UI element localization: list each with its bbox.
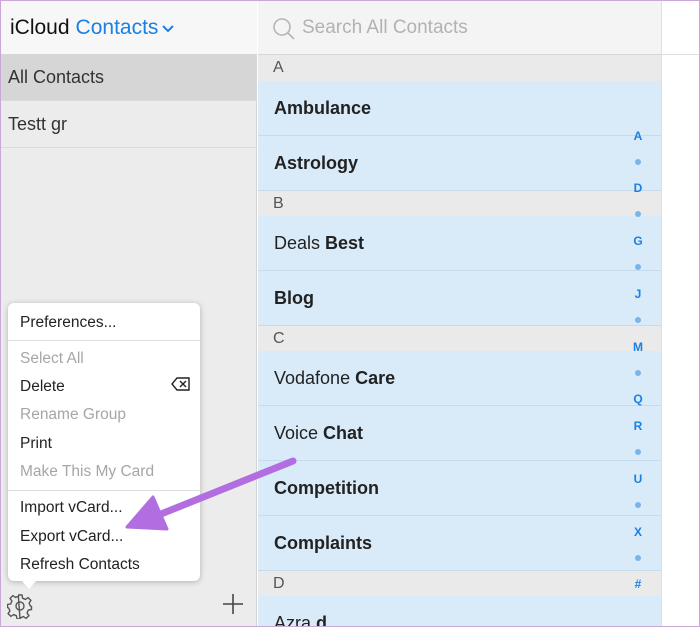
- contact-row[interactable]: Voice Chat: [258, 406, 661, 461]
- index-letter-m[interactable]: M: [628, 340, 648, 354]
- contact-list: A Ambulance Astrology B Deals Best Blog C…: [258, 55, 661, 627]
- contact-last-name: Best: [325, 232, 365, 253]
- menu-item-select-all[interactable]: Select All: [20, 347, 84, 371]
- contact-last-name: d: [316, 613, 328, 627]
- menu-item-export-vcard[interactable]: Export vCard...: [20, 525, 123, 549]
- contact-last-name: Competition: [274, 477, 379, 498]
- contact-last-name: Blog: [274, 287, 314, 308]
- menu-item-preferences[interactable]: Preferences...: [20, 311, 117, 335]
- brand-label: iCloud: [10, 15, 70, 39]
- contact-row[interactable]: Azra d: [258, 596, 661, 627]
- menu-item-import-vcard[interactable]: Import vCard...: [20, 496, 123, 520]
- group-label: All Contacts: [8, 67, 105, 87]
- contact-row[interactable]: Blog: [258, 271, 661, 326]
- index-letter-a[interactable]: A: [628, 129, 648, 143]
- index-letter-q[interactable]: Q: [628, 392, 648, 406]
- contact-first-name: Vodafone: [274, 367, 351, 388]
- menu-divider: [8, 340, 200, 341]
- menu-item-delete[interactable]: Delete: [20, 375, 65, 399]
- search-icon: [272, 17, 296, 41]
- section-header-d: D: [258, 571, 661, 597]
- group-label: Testt gr: [8, 114, 68, 134]
- contact-first-name: Azra: [274, 613, 312, 627]
- contact-row[interactable]: Deals Best: [258, 216, 661, 271]
- menu-divider: [8, 490, 200, 491]
- sidebar: iCloud Contacts All Contacts Testt gr Pr…: [1, 1, 257, 626]
- contact-row[interactable]: Ambulance: [258, 81, 661, 136]
- index-dot: [635, 555, 641, 561]
- search-input[interactable]: [302, 13, 642, 43]
- menu-item-rename-group[interactable]: Rename Group: [20, 403, 126, 427]
- section-header-a: A: [258, 55, 661, 81]
- index-dot: [635, 317, 641, 323]
- app-window: iCloud Contacts All Contacts Testt gr Pr…: [0, 0, 700, 627]
- app-header: iCloud Contacts: [1, 1, 257, 55]
- index-letter-hash[interactable]: #: [628, 577, 648, 591]
- index-dot: [635, 370, 641, 376]
- index-dot: [635, 264, 641, 270]
- section-header-c: C: [258, 326, 661, 352]
- index-letter-x[interactable]: X: [628, 525, 648, 539]
- app-switcher[interactable]: Contacts: [76, 16, 159, 40]
- menu-item-print[interactable]: Print: [20, 432, 52, 456]
- group-testt-gr[interactable]: Testt gr: [1, 102, 257, 148]
- index-letter-g[interactable]: G: [628, 234, 648, 248]
- contact-last-name: Complaints: [274, 532, 373, 553]
- section-header-b: B: [258, 191, 661, 217]
- menu-item-make-my-card[interactable]: Make This My Card: [20, 460, 154, 484]
- contact-last-name: Astrology: [274, 152, 359, 173]
- add-contact-icon[interactable]: [221, 592, 245, 616]
- contact-row[interactable]: Complaints: [258, 516, 661, 571]
- contact-first-name: Voice: [274, 422, 319, 443]
- index-letter-j[interactable]: J: [628, 287, 648, 301]
- detail-toolbar: [662, 1, 699, 55]
- search-bar: [258, 1, 661, 55]
- index-dot: [635, 159, 641, 165]
- gear-icon[interactable]: [6, 593, 33, 620]
- settings-menu: Preferences... Select All Delete Rename …: [8, 303, 200, 589]
- chevron-down-icon[interactable]: [162, 20, 175, 36]
- contact-row[interactable]: Competition: [258, 461, 661, 516]
- index-letter-r[interactable]: R: [628, 419, 648, 433]
- index-dot: [635, 502, 641, 508]
- menu-pointer: [22, 581, 36, 589]
- contact-first-name: Deals: [274, 232, 321, 253]
- contact-row[interactable]: Vodafone Care: [258, 351, 661, 406]
- group-all-contacts[interactable]: All Contacts: [1, 55, 257, 101]
- index-letter-d[interactable]: D: [628, 181, 648, 195]
- delete-key-icon: [171, 377, 191, 396]
- index-letter-u[interactable]: U: [628, 472, 648, 486]
- contact-last-name: Chat: [323, 422, 364, 443]
- detail-pane: [661, 1, 699, 626]
- index-dot: [635, 449, 641, 455]
- contact-last-name: Ambulance: [274, 97, 372, 118]
- contact-row[interactable]: Astrology: [258, 136, 661, 191]
- menu-item-refresh-contacts[interactable]: Refresh Contacts: [20, 553, 140, 577]
- contact-last-name: Care: [355, 367, 396, 388]
- index-dot: [635, 211, 641, 217]
